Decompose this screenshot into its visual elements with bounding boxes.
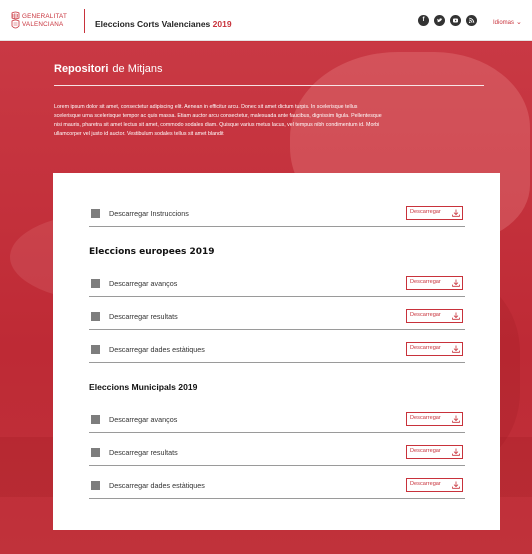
download-button[interactable]: Descarregar — [406, 276, 463, 290]
download-icon — [452, 481, 460, 489]
download-button[interactable]: Descarregar — [406, 445, 463, 459]
downloads-card: Descarregar Instruccions Descarregar Ele… — [53, 173, 500, 530]
item-label: Descarregar dades estàtiques — [109, 481, 205, 490]
twitter-icon[interactable] — [434, 15, 445, 26]
download-button[interactable]: Descarregar — [406, 412, 463, 426]
list-item: Descarregar avanços Descarregar — [89, 407, 465, 433]
coat-of-arms-icon — [11, 11, 20, 29]
item-label: Descarregar avanços — [109, 279, 178, 288]
file-icon — [91, 448, 100, 457]
site-title[interactable]: Eleccions Corts Valencianes 2019 — [95, 19, 232, 29]
list-item: Descarregar dades estàtiques Descarregar — [89, 337, 465, 363]
download-button[interactable]: Descarregar — [406, 309, 463, 323]
language-label: Idiomas — [493, 20, 515, 26]
item-label: Descarregar Instruccions — [109, 209, 189, 218]
item-label: Descarregar resultats — [109, 312, 178, 321]
download-icon — [452, 279, 460, 287]
item-label: Descarregar dades estàtiques — [109, 345, 205, 354]
chevron-down-icon: ⌄ — [516, 19, 522, 26]
logo-line-2: VALENCIANA — [22, 20, 64, 28]
download-button-label: Descarregar — [410, 415, 441, 421]
list-item: Descarregar dades estàtiques Descarregar — [89, 473, 465, 499]
download-button[interactable]: Descarregar — [406, 342, 463, 356]
site-title-text: Eleccions Corts Valencianes — [95, 19, 211, 29]
download-icon — [452, 448, 460, 456]
section-title: Eleccions europees 2019 — [89, 247, 215, 257]
file-icon — [91, 345, 100, 354]
list-item: Descarregar resultats Descarregar — [89, 440, 465, 466]
file-icon — [91, 481, 100, 490]
item-label: Descarregar avanços — [109, 415, 178, 424]
file-icon — [91, 312, 100, 321]
download-button-label: Descarregar — [410, 345, 441, 351]
file-icon — [91, 415, 100, 424]
page-title-rest: de Mitjans — [112, 63, 163, 75]
file-icon — [91, 209, 100, 218]
download-icon — [452, 415, 460, 423]
site-header: GENERALITAT VALENCIANA Eleccions Corts V… — [0, 0, 532, 41]
logo-line-1: GENERALITAT — [22, 13, 68, 20]
download-button-label: Descarregar — [410, 448, 441, 454]
hero-section: Repositori de Mitjans Lorem ipsum dolor s… — [0, 42, 532, 554]
download-icon — [452, 312, 460, 320]
download-icon — [452, 345, 460, 353]
title-divider — [54, 85, 484, 86]
list-item: Descarregar resultats Descarregar — [89, 304, 465, 330]
page-title-strong: Repositori — [54, 63, 109, 75]
intro-text: Lorem ipsum dolor sit amet, consectetur … — [54, 104, 382, 138]
download-button-label: Descarregar — [410, 279, 441, 285]
list-item: Descarregar avanços Descarregar — [89, 271, 465, 297]
logo-wordmark: GENERALITAT VALENCIANA — [22, 13, 67, 28]
rss-icon[interactable] — [466, 15, 477, 26]
download-button[interactable]: Descarregar — [406, 206, 463, 220]
youtube-icon[interactable] — [450, 15, 461, 26]
section-title: Eleccions Municipals 2019 — [89, 382, 198, 392]
facebook-icon[interactable]: f — [418, 15, 429, 26]
download-button[interactable]: Descarregar — [406, 478, 463, 492]
language-selector[interactable]: Idiomas ⌄ — [493, 18, 522, 26]
download-button-label: Descarregar — [410, 312, 441, 318]
site-title-year: 2019 — [212, 19, 232, 29]
header-divider — [84, 9, 85, 33]
download-button-label: Descarregar — [410, 209, 441, 215]
download-button-label: Descarregar — [410, 481, 441, 487]
list-item: Descarregar Instruccions Descarregar — [89, 201, 465, 227]
download-icon — [452, 209, 460, 217]
page-title: Repositori de Mitjans — [54, 63, 163, 75]
file-icon — [91, 279, 100, 288]
generalitat-logo[interactable]: GENERALITAT VALENCIANA — [11, 11, 81, 33]
item-label: Descarregar resultats — [109, 448, 178, 457]
